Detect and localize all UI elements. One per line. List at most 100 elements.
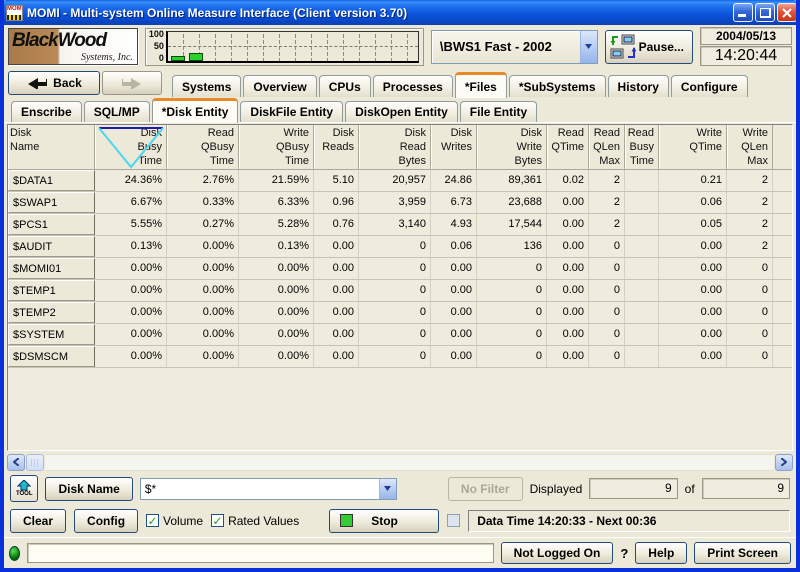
minimize-button[interactable] (733, 3, 753, 22)
subtab-enscribe[interactable]: Enscribe (11, 101, 82, 122)
value-cell: 3,959 (359, 192, 431, 213)
column-header-write-qlen-max[interactable]: WriteQLenMax (727, 125, 773, 169)
table-row[interactable]: $TEMP10.00%0.00%0.00%0.0000.0000.0000.00… (8, 280, 792, 302)
system-selector[interactable]: \BWS1 Fast - 2002 (431, 30, 598, 64)
chevron-down-icon[interactable] (379, 479, 396, 499)
control-bar: Clear Config ✓ Volume ✓ Rated Values Sto… (4, 506, 796, 537)
column-header-disk-busy-time[interactable]: DiskBusyTime (95, 125, 167, 169)
column-header-read-qlen-max[interactable]: ReadQLenMax (589, 125, 625, 169)
disk-name-button[interactable]: Disk Name (45, 477, 132, 501)
value-cell: 2 (589, 192, 625, 213)
value-cell: 2 (727, 192, 773, 213)
tab-overview[interactable]: Overview (243, 75, 316, 97)
table-row[interactable]: $SWAP16.67%0.33%6.33%0.963,9596.7323,688… (8, 192, 792, 214)
table-row[interactable]: $DATA124.36%2.76%21.59%5.1020,95724.8689… (8, 170, 792, 192)
filter-combobox[interactable]: $* (140, 478, 397, 500)
value-cell: 2 (727, 236, 773, 257)
value-cell: 2 (589, 214, 625, 235)
value-cell: 0 (589, 236, 625, 257)
value-cell: 0 (359, 236, 431, 257)
scroll-left-button[interactable] (7, 454, 25, 471)
disk-name-cell: $SWAP1 (8, 192, 95, 213)
table-row[interactable]: $DSMSCM0.00%0.00%0.00%0.0000.0000.0000.0… (8, 346, 792, 368)
value-cell: 0 (589, 280, 625, 301)
volume-checkbox[interactable]: ✓ Volume (146, 514, 203, 528)
table-row[interactable]: $PCS15.55%0.27%5.28%0.763,1404.9317,5440… (8, 214, 792, 236)
status-message-field (27, 543, 494, 563)
table-row[interactable]: $MOMI010.00%0.00%0.00%0.0000.0000.0000.0… (8, 258, 792, 280)
titlebar[interactable]: MOMI MOMI - Multi-system Online Measure … (0, 0, 800, 25)
disk-name-cell: $DATA1 (8, 170, 95, 191)
value-cell: 0.00 (547, 302, 589, 323)
tab-systems[interactable]: Systems (172, 75, 241, 97)
column-header-disk-reads[interactable]: DiskReads (314, 125, 359, 169)
disk-name-cell: $TEMP2 (8, 302, 95, 323)
forward-button[interactable] (102, 71, 162, 95)
tool-button[interactable]: TOOL (10, 475, 38, 502)
value-cell: 0.00 (659, 280, 727, 301)
value-cell: 0.00 (314, 324, 359, 345)
back-button[interactable]: Back (8, 71, 100, 95)
no-filter-button: No Filter (448, 477, 523, 501)
disk-name-cell: $PCS1 (8, 214, 95, 235)
tab-cpus[interactable]: CPUs (319, 75, 371, 97)
filter-value: $* (141, 482, 379, 496)
table-row[interactable]: $SYSTEM0.00%0.00%0.00%0.0000.0000.0000.0… (8, 324, 792, 346)
close-button[interactable] (777, 3, 797, 22)
tab-history[interactable]: History (608, 75, 669, 97)
tab-files[interactable]: *Files (455, 72, 507, 98)
blackwood-logo: BlackWood Systems, Inc. (8, 28, 138, 65)
value-cell (625, 170, 659, 191)
datetime-panel: 2004/05/13 14:20:44 (700, 27, 792, 66)
subtab-disk-entity[interactable]: *Disk Entity (152, 98, 239, 123)
scrollbar-track[interactable] (45, 454, 774, 471)
subtab-diskfile-entity[interactable]: DiskFile Entity (240, 101, 343, 122)
table-row[interactable]: $TEMP20.00%0.00%0.00%0.0000.0000.0000.00… (8, 302, 792, 324)
unlabeled-checkbox[interactable] (447, 514, 460, 527)
value-cell (625, 192, 659, 213)
rated-values-checkbox[interactable]: ✓ Rated Values (211, 514, 299, 528)
horizontal-scrollbar: ||| (4, 451, 796, 473)
value-cell: 0 (477, 258, 547, 279)
back-arrow-icon (26, 77, 48, 89)
disk-name-cell: $DSMSCM (8, 346, 95, 367)
chart-bar (189, 53, 203, 61)
maximize-button[interactable] (755, 3, 775, 22)
column-header-disk-writes[interactable]: DiskWrites (431, 125, 477, 169)
column-header-disk-read-bytes[interactable]: DiskReadBytes (359, 125, 431, 169)
value-cell: 0.00 (547, 280, 589, 301)
scroll-right-button[interactable] (775, 454, 793, 471)
print-screen-button[interactable]: Print Screen (694, 542, 791, 564)
not-logged-on-button[interactable]: Not Logged On (501, 542, 614, 564)
question-mark-label: ? (620, 546, 628, 561)
column-header-write-qbusy-time[interactable]: WriteQBusyTime (239, 125, 314, 169)
subtab-diskopen-entity[interactable]: DiskOpen Entity (345, 101, 458, 122)
column-header-read-qtime[interactable]: ReadQTime (547, 125, 589, 169)
pause-button[interactable]: Pause... (605, 30, 693, 64)
value-cell: 0.00 (547, 258, 589, 279)
clear-button[interactable]: Clear (10, 509, 66, 533)
displayed-count-field: 9 (589, 478, 677, 499)
stop-button[interactable]: Stop (329, 509, 439, 533)
subtab-file-entity[interactable]: File Entity (460, 101, 537, 122)
value-cell: 0.05 (659, 214, 727, 235)
value-cell: 0 (359, 346, 431, 367)
checkbox-checked-icon: ✓ (211, 514, 224, 527)
tab-processes[interactable]: Processes (373, 75, 453, 97)
tab-configure[interactable]: Configure (671, 75, 748, 97)
tab-subsystems[interactable]: *SubSystems (509, 75, 606, 97)
column-header-read-busy-time[interactable]: ReadBusyTime (625, 125, 659, 169)
value-cell: 0.06 (659, 192, 727, 213)
column-header-disk-name[interactable]: DiskName (8, 125, 95, 169)
help-button[interactable]: Help (635, 542, 687, 564)
column-header-disk-write-bytes[interactable]: DiskWriteBytes (477, 125, 547, 169)
table-row[interactable]: $AUDIT0.13%0.00%0.13%0.0000.061360.0000.… (8, 236, 792, 258)
config-button[interactable]: Config (74, 509, 138, 533)
column-header-read-qbusy-time[interactable]: ReadQBusyTime (167, 125, 239, 169)
chevron-down-icon[interactable] (580, 31, 597, 63)
scrollbar-thumb[interactable]: ||| (26, 454, 44, 471)
value-cell: 0.00 (659, 302, 727, 323)
subtab-sqlmp[interactable]: SQL/MP (84, 101, 150, 122)
value-cell: 0 (477, 302, 547, 323)
column-header-write-qtime[interactable]: WriteQTime (659, 125, 727, 169)
